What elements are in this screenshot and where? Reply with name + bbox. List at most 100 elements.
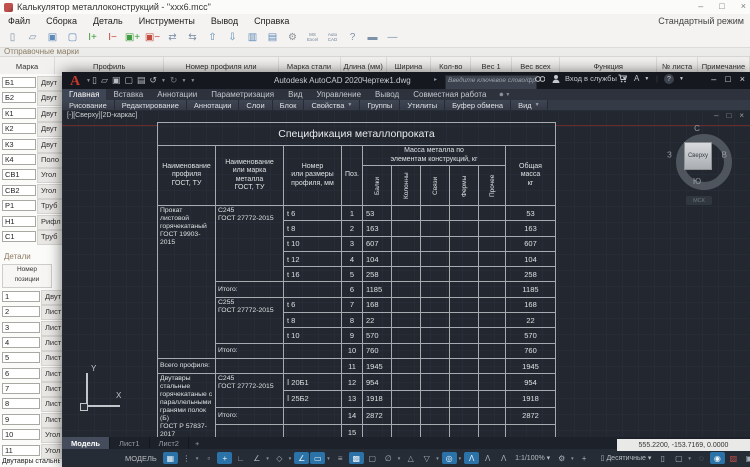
ribbon-panel-button[interactable]: Утилиты bbox=[400, 100, 446, 110]
doc-restore-button[interactable]: □ bbox=[726, 111, 731, 120]
save-icon[interactable]: ▣ bbox=[43, 30, 62, 45]
add-detail-icon[interactable]: ▣+ bbox=[123, 30, 142, 45]
search-expand-icon[interactable]: ▸ bbox=[434, 76, 437, 83]
mark-input[interactable] bbox=[2, 107, 36, 119]
new-layout-button[interactable]: + bbox=[189, 437, 205, 449]
layout-tab[interactable]: Лист1 bbox=[110, 437, 150, 449]
dynamic-input-icon[interactable]: + bbox=[217, 452, 233, 464]
logo-caret-icon[interactable]: ▼ bbox=[86, 78, 91, 84]
menu-item[interactable]: Деталь bbox=[85, 16, 131, 26]
save-as-icon[interactable]: ▢ bbox=[63, 30, 82, 45]
selection-cycling-icon[interactable]: ▢ bbox=[365, 452, 380, 464]
remove-detail-icon[interactable]: ▣− bbox=[143, 30, 162, 45]
export-excel-icon[interactable]: MS Excel bbox=[303, 30, 322, 45]
redo-caret-icon[interactable]: ▼ bbox=[181, 78, 186, 84]
position-input[interactable] bbox=[2, 383, 40, 395]
search-input[interactable]: Введите ключевое слово/фразу bbox=[445, 75, 537, 90]
viewcube-north[interactable]: С bbox=[694, 124, 700, 133]
viewport-label[interactable]: [-][Сверху][2D-каркас] bbox=[67, 112, 137, 119]
columns-icon[interactable]: ▥ bbox=[243, 30, 262, 45]
polar-tracking-icon[interactable]: ∠ bbox=[249, 452, 264, 464]
viewcube-top-face[interactable]: Сверху bbox=[684, 142, 712, 170]
menu-item[interactable]: Сборка bbox=[38, 16, 85, 26]
ribbon-tab[interactable]: Совместная работа bbox=[406, 89, 493, 100]
help-area[interactable]: ? ▼ bbox=[664, 74, 684, 84]
mark-input[interactable] bbox=[2, 184, 36, 196]
position-input[interactable] bbox=[2, 398, 40, 410]
mark-input[interactable] bbox=[2, 215, 36, 227]
view-cube[interactable]: С Ю З В Сверху bbox=[667, 124, 732, 190]
annotation-visibility-icon[interactable]: Λ bbox=[464, 452, 480, 464]
ribbon-panel-button[interactable]: Рисование bbox=[62, 100, 115, 110]
caret-icon[interactable]: ▼ bbox=[458, 456, 462, 461]
move-up-icon[interactable]: ⇧ bbox=[203, 30, 222, 45]
store-cart[interactable] bbox=[618, 74, 627, 83]
units-control[interactable]: ▯ Десятичные ▾ bbox=[598, 454, 655, 462]
caret-icon[interactable]: ▼ bbox=[265, 456, 269, 461]
search-go[interactable] bbox=[535, 74, 545, 83]
dynamic-ucs-icon[interactable]: △ bbox=[403, 452, 418, 464]
help-caret-icon[interactable]: ▼ bbox=[679, 76, 684, 82]
ribbon-tab[interactable]: Параметризация bbox=[204, 89, 281, 100]
undo-icon[interactable]: ↺ bbox=[149, 75, 157, 86]
model-space-label[interactable]: МОДЕЛЬ bbox=[125, 454, 157, 463]
license-icon[interactable]: ▬ bbox=[363, 30, 382, 45]
ribbon-panel-button[interactable]: Слои bbox=[239, 100, 273, 110]
save-drawing-icon[interactable]: ▣ bbox=[112, 75, 121, 86]
ribbon-tab[interactable]: Аннотации bbox=[150, 89, 204, 100]
caret-icon[interactable]: ▼ bbox=[326, 456, 330, 461]
ribbon-panel-button[interactable]: Вид ▼ bbox=[511, 100, 548, 110]
ribbon-tab[interactable]: Главная bbox=[62, 89, 107, 100]
layout-tab[interactable]: Модель bbox=[62, 437, 111, 449]
qat-menu-icon[interactable]: ▼ bbox=[190, 78, 195, 84]
position-input[interactable] bbox=[2, 352, 40, 364]
acad-close-button[interactable]: × bbox=[740, 74, 745, 84]
move-down-icon[interactable]: ⇩ bbox=[223, 30, 242, 45]
ribbon-panel-button[interactable]: Блок bbox=[272, 100, 305, 110]
workspace-monitor-icon[interactable]: ▢ bbox=[671, 452, 686, 464]
position-input[interactable] bbox=[2, 413, 40, 425]
mark-input[interactable] bbox=[2, 123, 36, 135]
annotation-scale-icon[interactable]: Λ bbox=[496, 452, 511, 464]
isolate-objects-icon[interactable]: ◌ bbox=[694, 452, 709, 464]
drawing-area[interactable]: [-][Сверху][2D-каркас] – □ × С Ю З В Све… bbox=[62, 110, 750, 442]
open-file-icon[interactable]: ▱ bbox=[23, 30, 42, 45]
autopublish-icon[interactable]: ▨ bbox=[726, 452, 741, 464]
record-icon[interactable]: ⏺ bbox=[499, 90, 503, 100]
ortho-icon[interactable]: ∟ bbox=[233, 452, 248, 464]
new-drawing-icon[interactable]: ▯ bbox=[92, 75, 97, 86]
autoscale-icon[interactable]: Λ bbox=[480, 452, 495, 464]
renumber-icon[interactable]: ⇄ bbox=[163, 30, 182, 45]
maximize-button[interactable]: □ bbox=[719, 1, 724, 11]
position-input[interactable] bbox=[2, 337, 40, 349]
key-icon[interactable]: — bbox=[383, 30, 402, 45]
acad-minimize-button[interactable]: – bbox=[711, 74, 716, 84]
menu-item[interactable]: Справка bbox=[246, 16, 297, 26]
infer-constraints-icon[interactable]: ▫ bbox=[201, 452, 216, 464]
ribbon-panel-button[interactable]: Редактирование bbox=[114, 100, 187, 110]
plot-icon[interactable]: ▤ bbox=[137, 75, 146, 86]
mark-input[interactable] bbox=[2, 169, 36, 181]
ribbon-tab[interactable]: Вид bbox=[281, 89, 309, 100]
remove-mark-icon[interactable]: I− bbox=[103, 30, 122, 45]
caret-icon[interactable]: ▼ bbox=[687, 456, 691, 461]
record-caret-icon[interactable]: ▼ bbox=[505, 92, 510, 98]
mark-input[interactable] bbox=[2, 92, 36, 104]
graphics-performance-icon[interactable]: ◉ bbox=[709, 452, 725, 464]
osnap-icon[interactable]: ▭ bbox=[310, 452, 326, 464]
app-caret-icon[interactable]: ▼ bbox=[644, 76, 649, 82]
gizmo-icon[interactable]: ◎ bbox=[441, 452, 457, 464]
ribbon-tab[interactable]: Управление bbox=[310, 89, 368, 100]
add-mark-icon[interactable]: I+ bbox=[83, 30, 102, 45]
caret-icon[interactable]: ▼ bbox=[288, 456, 292, 461]
ribbon-panel-button[interactable]: Буфер обмена bbox=[445, 100, 512, 110]
viewcube-south[interactable]: Ю bbox=[693, 177, 701, 186]
acad-maximize-button[interactable]: □ bbox=[725, 74, 730, 84]
undo-caret-icon[interactable]: ▼ bbox=[161, 78, 166, 84]
doc-close-button[interactable]: × bbox=[739, 111, 744, 120]
app-store[interactable]: A ▼ bbox=[634, 74, 649, 83]
help-icon[interactable]: ? bbox=[664, 74, 674, 84]
snap-icon[interactable]: ⋮ bbox=[179, 452, 194, 464]
mark-input[interactable] bbox=[2, 138, 36, 150]
position-input[interactable] bbox=[2, 306, 40, 318]
